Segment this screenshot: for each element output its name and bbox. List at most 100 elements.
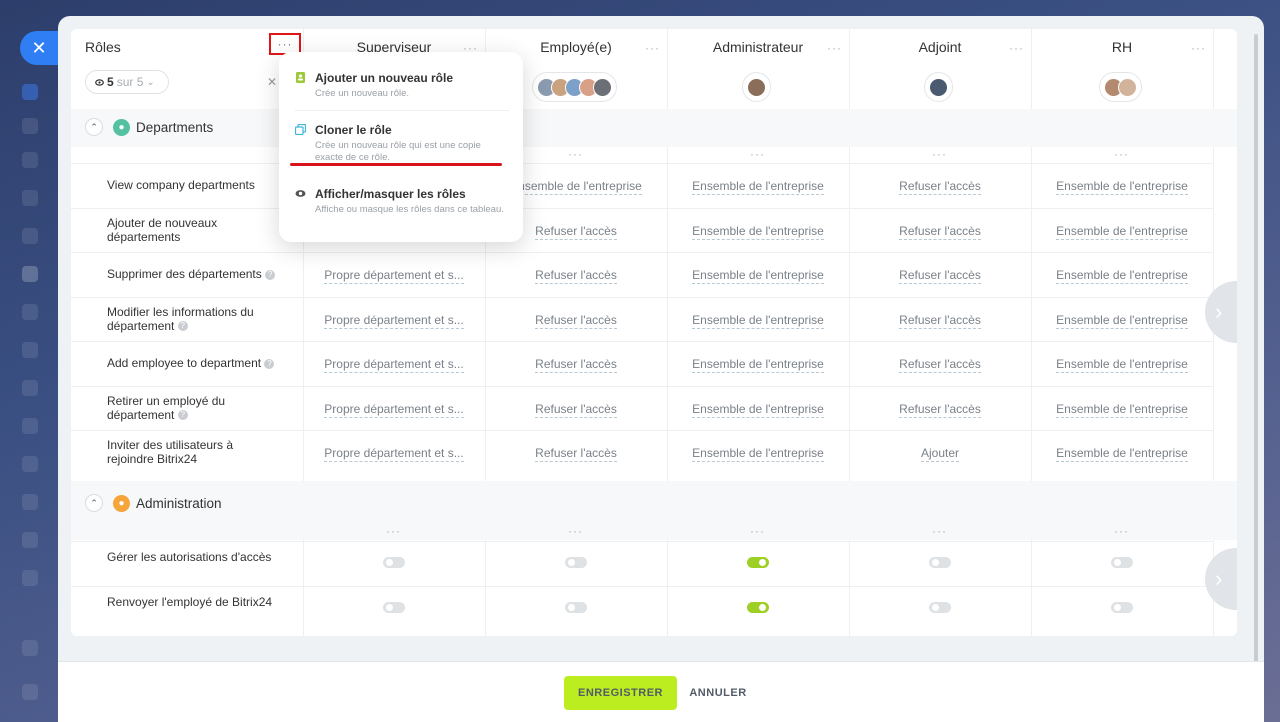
avatar-group[interactable]: [1099, 72, 1142, 102]
permission-select[interactable]: Refuser l'accès: [485, 268, 667, 284]
permission-toggle[interactable]: [383, 557, 405, 568]
permission-select[interactable]: Ensemble de l'entreprise: [1031, 357, 1213, 373]
column-menu-icon[interactable]: ···: [750, 525, 765, 537]
column-menu-icon[interactable]: ···: [568, 525, 583, 537]
permission-select[interactable]: Propre département et s...: [303, 446, 485, 462]
sidebar-app-icon[interactable]: [22, 342, 38, 358]
permission-value: Ensemble de l'entreprise: [1056, 401, 1188, 418]
sidebar-app-icon[interactable]: [22, 532, 38, 548]
permission-select[interactable]: Refuser l'accès: [485, 357, 667, 373]
permission-toggle[interactable]: [565, 557, 587, 568]
menu-item-add-role[interactable]: Ajouter un nouveau rôle Crée un nouveau …: [295, 71, 509, 100]
permission-toggle[interactable]: [929, 557, 951, 568]
permission-select[interactable]: Ensemble de l'entreprise: [1031, 179, 1213, 195]
permission-select[interactable]: Ensemble de l'entreprise: [1031, 401, 1213, 418]
column-menu-icon[interactable]: ···: [1114, 148, 1129, 160]
permission-select[interactable]: Refuser l'accès: [849, 312, 1031, 329]
sidebar-app-icon[interactable]: [22, 118, 38, 134]
permission-select[interactable]: Ensemble de l'entreprise: [1031, 223, 1213, 240]
permission-value: Propre département et s...: [324, 446, 464, 462]
permission-select[interactable]: Refuser l'accès: [849, 401, 1031, 418]
permission-toggle[interactable]: [747, 557, 769, 568]
permission-select[interactable]: Ensemble de l'entreprise: [667, 401, 849, 418]
roles-visibility-filter[interactable]: 5 sur 5 ⌄: [85, 70, 169, 94]
permission-select[interactable]: Ensemble de l'entreprise: [1031, 268, 1213, 284]
sidebar-app-icon[interactable]: [22, 190, 38, 206]
permission-select[interactable]: Propre département et s...: [303, 312, 485, 329]
permission-toggle[interactable]: [747, 601, 769, 613]
permission-select[interactable]: Refuser l'accès: [849, 179, 1031, 195]
column-menu-icon[interactable]: ···: [932, 525, 947, 537]
sidebar-app-icon[interactable]: [22, 152, 38, 168]
avatar: [593, 77, 612, 97]
sidebar-app-icon[interactable]: [22, 228, 38, 244]
permission-select[interactable]: Refuser l'accès: [849, 223, 1031, 240]
permission-toggle[interactable]: [1111, 557, 1133, 568]
avatar-group[interactable]: [742, 72, 771, 102]
column-menu-icon[interactable]: ···: [1009, 42, 1024, 54]
vertical-scrollbar[interactable]: [1254, 34, 1258, 702]
permission-select[interactable]: Ensemble de l'entreprise: [667, 179, 849, 195]
collapse-icon[interactable]: ✕: [267, 75, 277, 89]
permission-toggle[interactable]: [565, 601, 587, 613]
permission-select[interactable]: Refuser l'accès: [485, 312, 667, 329]
chevron-up-icon[interactable]: ⌃: [85, 494, 103, 512]
permission-select[interactable]: Ajouter: [849, 446, 1031, 462]
permission-select[interactable]: Ensemble de l'entreprise: [1031, 312, 1213, 329]
sidebar-app-icon[interactable]: [22, 84, 38, 100]
menu-item-clone-role[interactable]: Cloner le rôle Crée un nouveau rôle qui …: [295, 123, 509, 164]
avatar-group[interactable]: [532, 72, 617, 102]
save-button[interactable]: ENREGISTRER: [564, 676, 677, 710]
section-title[interactable]: ⌃ ● Administration: [85, 494, 222, 512]
sidebar-app-icon[interactable]: [22, 380, 38, 396]
sidebar-app-icon[interactable]: [22, 418, 38, 434]
cancel-button[interactable]: ANNULER: [686, 676, 750, 710]
column-menu-icon[interactable]: ···: [386, 525, 401, 537]
permission-select[interactable]: Ensemble de l'entreprise: [667, 446, 849, 462]
permission-toggle[interactable]: [1111, 601, 1133, 613]
menu-divider: [295, 176, 509, 177]
column-menu-icon[interactable]: ···: [645, 42, 660, 54]
permission-toggle[interactable]: [929, 601, 951, 613]
column-menu-icon[interactable]: ···: [568, 148, 583, 160]
permission-select[interactable]: Refuser l'accès: [485, 446, 667, 462]
sidebar-app-icon[interactable]: [22, 304, 38, 320]
sidebar-app-icon[interactable]: [22, 494, 38, 510]
permission-toggle[interactable]: [383, 601, 405, 613]
permission-select[interactable]: Ensemble de l'entreprise: [667, 268, 849, 284]
menu-item-toggle-roles[interactable]: Afficher/masquer les rôles Affiche ou ma…: [295, 187, 509, 216]
add-role-icon: [296, 72, 305, 83]
permission-value: Ensemble de l'entreprise: [1056, 312, 1188, 329]
sidebar-app-icon[interactable]: [22, 456, 38, 472]
sidebar-app-icon[interactable]: [22, 266, 38, 282]
permission-select[interactable]: Propre département et s...: [303, 268, 485, 284]
permission-select[interactable]: Ensemble de l'entreprise: [667, 312, 849, 329]
help-icon[interactable]: ?: [265, 269, 276, 280]
permission-select[interactable]: Refuser l'accès: [849, 268, 1031, 284]
help-icon[interactable]: ?: [177, 410, 188, 421]
section-title[interactable]: ⌃ ● Departments: [85, 118, 213, 136]
permission-value: Ensemble de l'entreprise: [692, 357, 824, 373]
permission-select[interactable]: Refuser l'accès: [485, 401, 667, 418]
close-slider-button[interactable]: ✕: [20, 31, 58, 65]
column-menu-icon[interactable]: ···: [932, 148, 947, 160]
permission-select[interactable]: Ensemble de l'entreprise: [667, 357, 849, 373]
column-menu-icon[interactable]: ···: [827, 42, 842, 54]
column-menu-icon[interactable]: ···: [1191, 42, 1206, 54]
permission-select[interactable]: Refuser l'accès: [849, 357, 1031, 373]
column-menu-icon[interactable]: ···: [750, 148, 765, 160]
permission-select[interactable]: Propre département et s...: [303, 401, 485, 418]
avatar-group[interactable]: [924, 72, 953, 102]
column-title-4: RH: [1111, 39, 1133, 55]
help-icon[interactable]: ?: [177, 321, 188, 332]
help-icon[interactable]: ?: [264, 358, 275, 369]
chevron-up-icon[interactable]: ⌃: [85, 118, 103, 136]
permission-select[interactable]: Ensemble de l'entreprise: [1031, 446, 1213, 462]
sidebar-app-icon[interactable]: [22, 570, 38, 586]
permission-select[interactable]: Ensemble de l'entreprise: [667, 223, 849, 240]
sidebar-app-icon[interactable]: [22, 640, 38, 656]
column-menu-icon[interactable]: ···: [1114, 525, 1129, 537]
sidebar-app-icon[interactable]: [22, 684, 38, 700]
permission-select[interactable]: Propre département et s...: [303, 357, 485, 373]
permission-value: Propre département et s...: [324, 401, 464, 418]
